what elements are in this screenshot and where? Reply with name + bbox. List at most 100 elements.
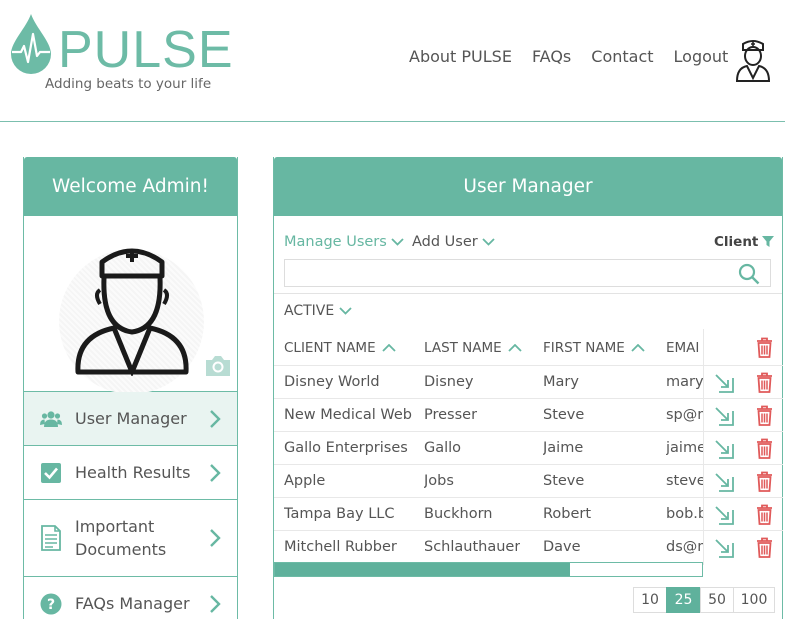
table-row[interactable]: Apple Jobs Steve steve_	[274, 464, 703, 497]
nav-about[interactable]: About PULSE	[409, 47, 512, 66]
manage-users-dropdown[interactable]: Manage Users	[284, 234, 404, 250]
chevron-down-icon	[482, 238, 495, 246]
delete-icon[interactable]	[756, 471, 773, 492]
cell-last-name: Buckhorn	[424, 506, 493, 522]
nurse-avatar-icon	[75, 248, 189, 376]
table-row[interactable]: Gallo Enterprises Gallo Jaime jaime	[274, 431, 703, 464]
sidebar-item-user-manager[interactable]: User Manager	[24, 392, 237, 446]
nav-faqs[interactable]: FAQs	[532, 47, 571, 66]
users-icon	[40, 410, 62, 427]
divider	[274, 293, 782, 294]
row-actions	[704, 464, 783, 497]
edit-icon[interactable]	[714, 406, 734, 426]
add-user-dropdown[interactable]: Add User	[412, 234, 495, 250]
cell-first-name: Mary	[543, 374, 579, 390]
page-size-option[interactable]: 25	[666, 587, 701, 613]
column-header-label: LAST NAME	[424, 340, 502, 356]
cell-client-name: Disney World	[284, 374, 380, 390]
camera-icon[interactable]	[204, 354, 232, 378]
delete-icon[interactable]	[756, 405, 773, 426]
sidebar-item-faqs-manager[interactable]: ? FAQs Manager	[24, 577, 237, 619]
chevron-up-icon	[508, 344, 522, 352]
delete-icon[interactable]	[756, 504, 773, 525]
cell-last-name: Jobs	[424, 473, 454, 489]
cell-client-name: New Medical Web	[284, 407, 413, 423]
edit-icon[interactable]	[714, 538, 734, 558]
edit-icon[interactable]	[714, 373, 734, 393]
cell-first-name: Dave	[543, 539, 581, 555]
column-header-last-name[interactable]: LAST NAME	[424, 340, 522, 356]
top-nav: About PULSE FAQs Contact Logout	[409, 47, 748, 66]
table-row[interactable]: Tampa Bay LLC Buckhorn Robert bob.b	[274, 497, 703, 530]
delete-icon[interactable]	[756, 537, 773, 558]
delete-all-icon[interactable]	[756, 337, 773, 358]
status-filter-dropdown[interactable]: ACTIVE	[284, 303, 352, 319]
cell-email: steve_	[666, 473, 703, 489]
sidebar-panel: Welcome Admin! User Manager Health Resul…	[23, 157, 238, 619]
cell-first-name: Steve	[543, 473, 585, 489]
cell-first-name: Robert	[543, 506, 592, 522]
cell-client-name: Mitchell Rubber	[284, 539, 397, 555]
edit-icon[interactable]	[714, 505, 734, 525]
add-user-label: Add User	[412, 234, 478, 250]
tagline: Adding beats to your life	[45, 76, 212, 92]
search-input[interactable]	[285, 260, 725, 286]
avatar[interactable]	[733, 38, 773, 82]
search-field[interactable]	[284, 259, 771, 287]
edit-icon[interactable]	[714, 439, 734, 459]
client-filter[interactable]: Client	[714, 234, 775, 250]
logo[interactable]: PULSE Adding beats to your life	[8, 10, 233, 100]
row-actions	[704, 497, 783, 530]
document-icon	[41, 525, 61, 551]
column-header-label: FIRST NAME	[543, 340, 625, 356]
profile-area	[24, 216, 237, 394]
sidebar-item-health-results[interactable]: Health Results	[24, 446, 237, 500]
chevron-right-icon	[210, 529, 221, 547]
sidebar-item-label: Health Results	[75, 463, 191, 482]
column-header-email[interactable]: EMAI	[666, 340, 703, 356]
cell-client-name: Apple	[284, 473, 326, 489]
users-table: CLIENT NAME LAST NAME FIRST NAME EMAI Di…	[274, 329, 783, 565]
page-size-option[interactable]: 100	[733, 587, 775, 613]
header: PULSE Adding beats to your life About PU…	[0, 0, 785, 122]
nav-contact[interactable]: Contact	[591, 47, 653, 66]
status-filter-label: ACTIVE	[284, 303, 335, 319]
search-icon[interactable]	[738, 263, 760, 285]
cell-last-name: Presser	[424, 407, 478, 423]
cell-last-name: Disney	[424, 374, 474, 390]
table-row[interactable]: Mitchell Rubber Schlauthauer Dave ds@m	[274, 530, 703, 563]
column-header-first-name[interactable]: FIRST NAME	[543, 340, 645, 356]
scrollbar-thumb[interactable]	[275, 563, 570, 576]
chevron-right-icon	[210, 463, 221, 482]
delete-icon[interactable]	[756, 438, 773, 459]
cell-email: ds@m	[666, 539, 703, 555]
panel-title: User Manager	[274, 157, 782, 216]
chevron-down-icon	[391, 238, 404, 246]
logo-wordmark: PULSE	[58, 21, 234, 79]
cell-last-name: Schlauthauer	[424, 539, 521, 555]
sidebar-item-important-documents[interactable]: Important Documents	[24, 500, 237, 577]
user-manager-panel: User Manager Manage Users Add User Clien…	[273, 157, 783, 619]
cell-client-name: Gallo Enterprises	[284, 440, 408, 456]
nav-logout[interactable]: Logout	[674, 47, 729, 66]
column-header-client-name[interactable]: CLIENT NAME	[284, 340, 396, 356]
delete-icon[interactable]	[756, 372, 773, 393]
manage-users-label: Manage Users	[284, 234, 387, 250]
page-size-option[interactable]: 10	[633, 587, 667, 613]
cell-first-name: Jaime	[543, 440, 584, 456]
question-icon: ?	[40, 593, 62, 614]
edit-icon[interactable]	[714, 472, 734, 492]
table-row[interactable]: Disney World Disney Mary mary@	[274, 365, 703, 398]
cell-email: bob.b	[666, 506, 703, 522]
welcome-title: Welcome Admin!	[24, 157, 237, 216]
cell-email: sp@m	[666, 407, 703, 423]
page-size-selector: 10 25 50 100	[633, 587, 775, 613]
table-row[interactable]: New Medical Web Presser Steve sp@m	[274, 398, 703, 431]
sidebar-item-label: User Manager	[75, 409, 187, 428]
horizontal-scrollbar[interactable]	[274, 562, 703, 577]
chevron-right-icon	[210, 409, 221, 428]
page-size-option[interactable]: 50	[700, 587, 734, 613]
sidebar-item-label: Important Documents	[75, 517, 167, 559]
sidebar-item-label: FAQs Manager	[75, 594, 190, 613]
client-filter-label: Client	[714, 234, 759, 250]
